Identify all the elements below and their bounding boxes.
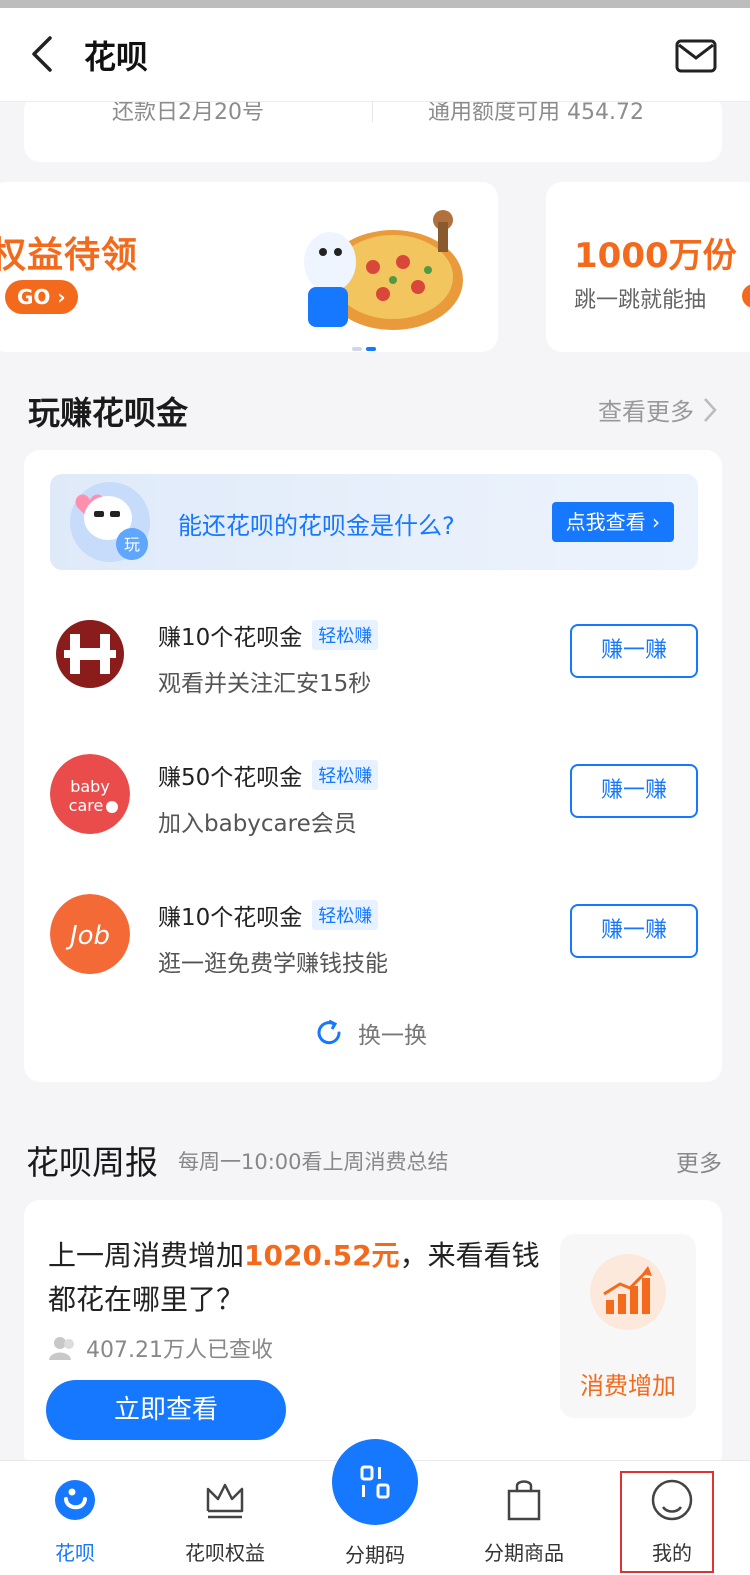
crown-icon [206, 1483, 244, 1519]
weekly-summary-text: 上一周消费增加1020.52元，来看看钱都花在哪里了？ [48, 1239, 540, 1316]
weekly-more-link[interactable]: 更多 [676, 1144, 722, 1178]
tab-label: 花呗权益 [185, 1541, 265, 1565]
page-title: 花呗 [84, 38, 149, 76]
job-logo-icon: Job [50, 894, 130, 974]
trend-up-icon [590, 1254, 666, 1330]
earn-task-item[interactable]: 赚10个花呗金 轻松赚 观看并关注汇安15秒 赚一赚 [50, 594, 698, 704]
carousel-indicator [352, 336, 380, 352]
top-navigation-bar: 花呗 [0, 8, 750, 102]
refresh-icon [317, 1019, 341, 1045]
task-title: 赚10个花呗金 轻松赚 [158, 618, 379, 652]
huabei-gold-explainer-banner[interactable]: 玩 能还花呗的花呗金是什么? 点我查看 › [50, 474, 698, 570]
svg-text:care: care [69, 796, 104, 815]
bottom-tab-bar: 花呗 花呗权益 分期码 分期商品 我的 [0, 1439, 750, 1575]
weekly-report-title: 花呗周报 [26, 1143, 158, 1182]
check-it-button[interactable]: 点我查看 › [551, 502, 674, 542]
earn-see-more-link[interactable]: 查看更多 [598, 392, 718, 427]
see-more-label: 查看更多 [598, 398, 694, 426]
earn-section-title: 玩赚花呗金 [28, 394, 189, 432]
back-arrow-icon[interactable] [28, 34, 58, 74]
people-icon [49, 1337, 74, 1360]
earn-button[interactable]: 赚一赚 [570, 904, 698, 958]
svg-text:Job: Job [65, 921, 110, 951]
huabei-icon [55, 1480, 95, 1520]
scan-code-icon [360, 1465, 390, 1499]
task-description: 逛一逛免费学赚钱技能 [158, 951, 388, 977]
tab-label: 分期码 [345, 1543, 405, 1567]
status-bar-strip [0, 0, 750, 8]
promo-banner-lottery[interactable]: 1000万份 跳一跳就能抽 [546, 182, 750, 352]
credit-summary-card[interactable]: 还款日2月20号 通用额度可用 454.72 [24, 94, 722, 162]
refresh-label: 换一换 [358, 1023, 427, 1049]
highlight-frame [620, 1471, 714, 1573]
tab-label: 分期商品 [484, 1541, 564, 1565]
tab-huabei[interactable]: 花呗 [15, 1477, 135, 1566]
chevron-right-icon: › [652, 510, 660, 534]
promo-question-text: 能还花呗的花呗金是什么? [178, 512, 455, 540]
weekly-report-subtitle: 每周一10:00看上周消费总结 [178, 1150, 449, 1174]
tab-rights[interactable]: 花呗权益 [165, 1477, 285, 1566]
mascot-play-icon: 玩 [70, 482, 150, 562]
task-description: 加入babycare会员 [158, 811, 357, 837]
scan-code-button[interactable] [332, 1439, 418, 1525]
banner-title: 权益待领 [0, 235, 139, 276]
huian-logo-icon [56, 620, 124, 688]
go-button-label: GO [17, 285, 51, 309]
tab-installment-code[interactable]: 分期码 [330, 1439, 420, 1568]
shopping-bag-icon [507, 1480, 541, 1521]
go-button[interactable]: GO › [5, 280, 78, 314]
task-title: 赚10个花呗金 轻松赚 [158, 898, 379, 932]
spending-trend-box: 消费增加 [560, 1234, 696, 1418]
babycare-logo-icon: baby care [50, 754, 130, 834]
earn-button[interactable]: 赚一赚 [570, 624, 698, 678]
refresh-tasks-button[interactable]: 换一换 [314, 1016, 427, 1050]
check-it-label: 点我查看 [565, 510, 646, 534]
weekly-report-card[interactable]: 上一周消费增加1020.52元，来看看钱都花在哪里了？ 407.21万人已查收 … [24, 1200, 722, 1470]
pizza-mascot-illustration [304, 210, 463, 330]
tab-installment-goods[interactable]: 分期商品 [464, 1477, 584, 1566]
view-now-button[interactable]: 立即查看 [46, 1380, 286, 1440]
svg-text:baby: baby [70, 777, 110, 796]
earn-task-item[interactable]: baby care 赚50个花呗金 轻松赚 加入babycare会员 赚一赚 [50, 734, 698, 844]
earn-button[interactable]: 赚一赚 [570, 764, 698, 818]
banner-subtitle: 跳一跳就能抽 [574, 288, 707, 313]
banner-badge-icon [742, 284, 750, 308]
tab-label: 花呗 [55, 1541, 95, 1565]
banner-title: 1000万份 [574, 236, 737, 276]
task-description: 观看并关注汇安15秒 [158, 671, 372, 697]
viewers-count: 407.21万人已查收 [48, 1332, 273, 1364]
promo-banner-rights[interactable]: 权益待领 GO › [0, 182, 498, 352]
chevron-right-icon: › [57, 285, 66, 309]
earn-tasks-card: 玩 能还花呗的花呗金是什么? 点我查看 › 赚10个花呗金 轻松赚 观看并关注汇… [24, 450, 722, 1082]
easy-earn-tag: 轻松赚 [312, 760, 379, 790]
easy-earn-tag: 轻松赚 [312, 620, 379, 650]
message-mail-icon[interactable] [674, 36, 718, 76]
easy-earn-tag: 轻松赚 [312, 900, 379, 930]
spending-increase-amount: 1020.52元 [244, 1239, 400, 1272]
trend-label: 消费增加 [580, 1372, 676, 1400]
earn-task-item[interactable]: Job 赚10个花呗金 轻松赚 逛一逛免费学赚钱技能 赚一赚 [50, 874, 698, 984]
svg-text:玩: 玩 [124, 535, 140, 554]
task-title: 赚50个花呗金 轻松赚 [158, 758, 379, 792]
chevron-right-icon [704, 397, 717, 422]
